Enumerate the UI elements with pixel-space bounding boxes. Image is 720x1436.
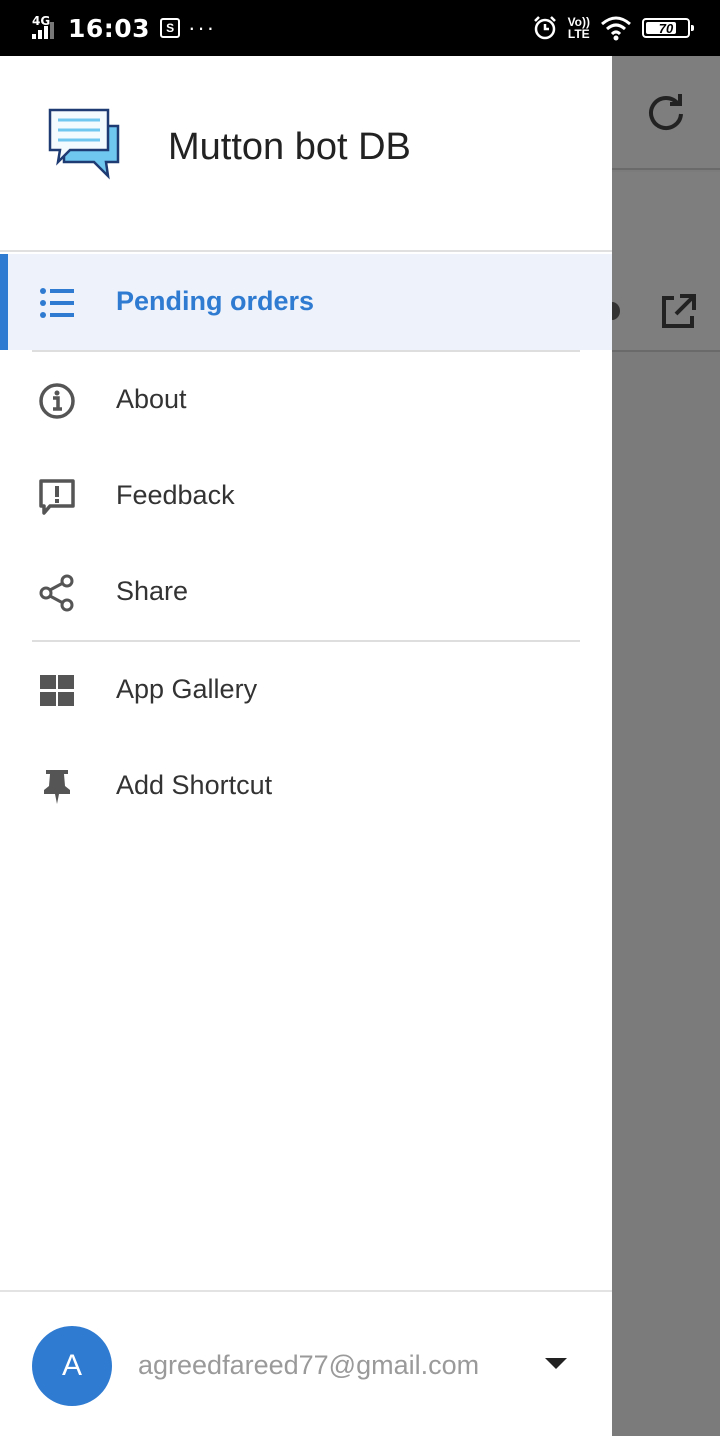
- background-app-scrim[interactable]: [604, 56, 720, 1436]
- navigation-drawer: Mutton bot DB Pending orders About Feedb…: [0, 56, 612, 1436]
- feedback-icon: [39, 479, 75, 515]
- list-icon: [40, 288, 74, 318]
- dropdown-arrow-icon[interactable]: [545, 1358, 567, 1369]
- share-icon: [39, 574, 74, 612]
- menu-item-label: About: [116, 384, 187, 414]
- avatar: A: [32, 1326, 112, 1406]
- more-notifications-icon: ···: [188, 15, 217, 40]
- grid-icon: [40, 675, 74, 706]
- account-switcher[interactable]: A agreedfareed77@gmail.com: [0, 1290, 612, 1436]
- info-icon: [39, 383, 75, 419]
- menu-item-feedback[interactable]: Feedback: [0, 448, 612, 544]
- wifi-icon: [601, 16, 631, 41]
- menu-item-add-shortcut[interactable]: Add Shortcut: [0, 738, 612, 834]
- battery-icon: 70: [642, 18, 694, 38]
- account-email: agreedfareed77@gmail.com: [138, 1350, 480, 1380]
- drawer-header: Mutton bot DB: [0, 56, 612, 252]
- background-toolbar: [612, 56, 720, 170]
- alarm-icon: [533, 16, 556, 40]
- status-bar: 4G 16:03 S ··· Vo)) LTE 70: [0, 0, 720, 56]
- menu-item-label: Pending orders: [116, 286, 315, 316]
- chat-bubbles-logo-icon: [48, 108, 120, 180]
- menu-item-label: Add Shortcut: [116, 770, 273, 800]
- app-title: Mutton bot DB: [168, 126, 411, 168]
- menu-item-label: Feedback: [116, 480, 235, 510]
- menu-item-pending-orders[interactable]: Pending orders: [0, 254, 612, 350]
- volte-icon: Vo)) LTE: [567, 15, 590, 41]
- clock: 16:03: [68, 13, 151, 43]
- screenshot-icon: S: [160, 18, 181, 38]
- refresh-icon: [649, 94, 683, 131]
- cellular-signal-icon: 4G: [30, 13, 60, 43]
- menu-item-label: App Gallery: [116, 674, 258, 704]
- open-external-icon: [662, 294, 696, 328]
- menu-item-share[interactable]: Share: [0, 544, 612, 640]
- menu-item-about[interactable]: About: [0, 352, 612, 448]
- battery-level: 70: [658, 20, 674, 36]
- menu-item-label: Share: [116, 576, 189, 606]
- pin-icon: [44, 770, 70, 804]
- menu-item-app-gallery[interactable]: App Gallery: [0, 642, 612, 738]
